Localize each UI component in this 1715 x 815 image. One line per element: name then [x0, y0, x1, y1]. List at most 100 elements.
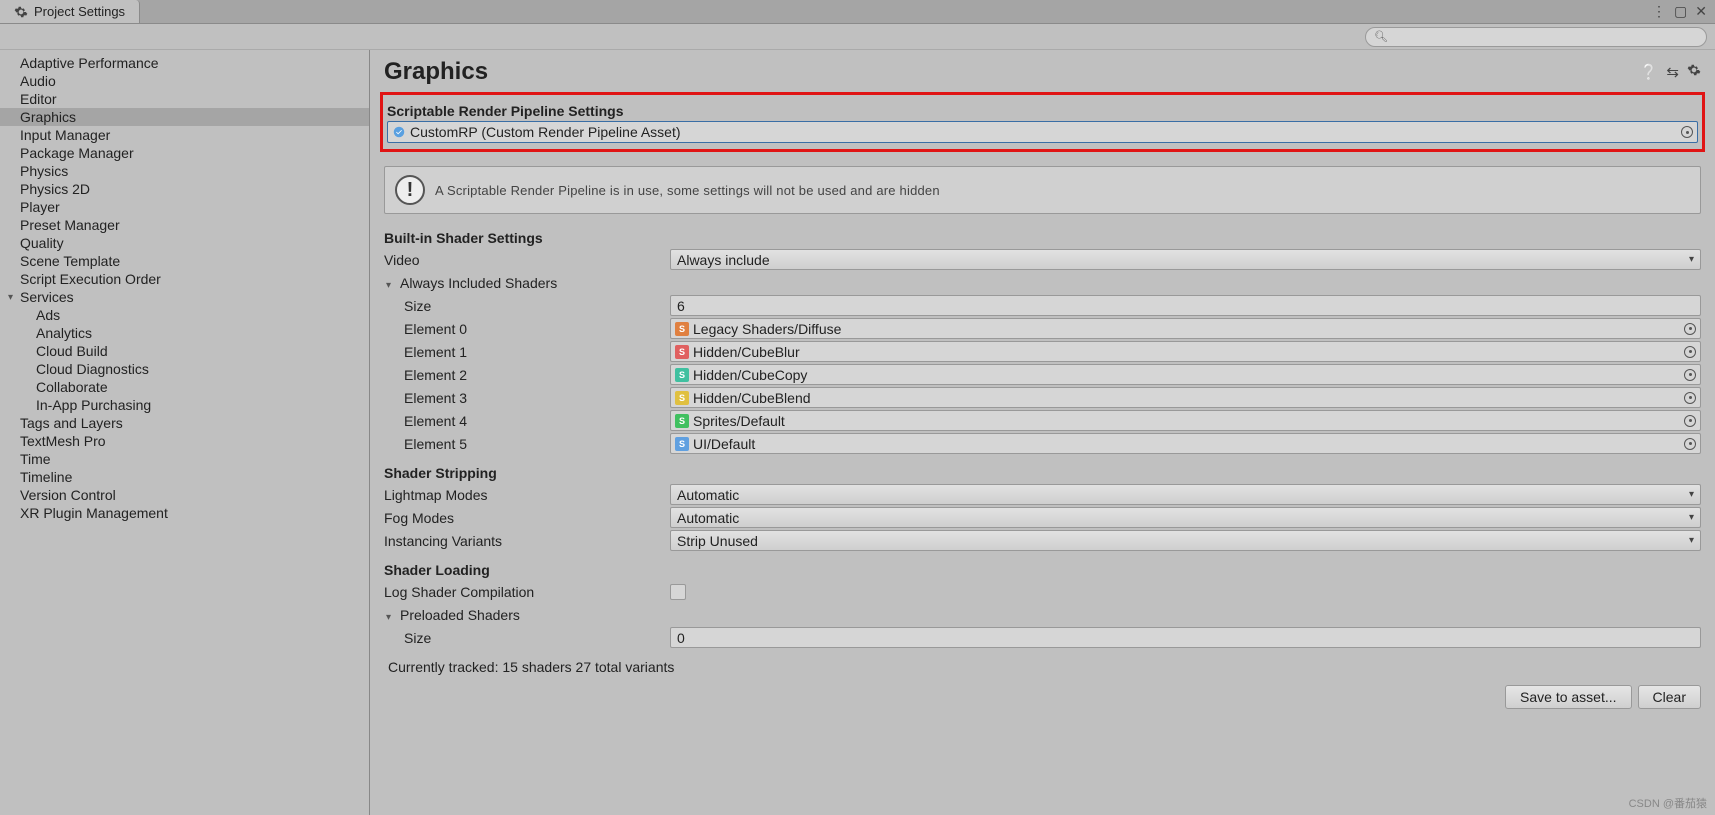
- sidebar-item-cloud-build[interactable]: Cloud Build: [0, 342, 369, 360]
- sidebar: Adaptive PerformanceAudioEditorGraphicsI…: [0, 50, 370, 815]
- search-row: 🔍︎: [0, 24, 1715, 50]
- sidebar-item-physics-2d[interactable]: Physics 2D: [0, 180, 369, 198]
- sidebar-item-tags-and-layers[interactable]: Tags and Layers: [0, 414, 369, 432]
- shader-field-5[interactable]: S UI/Default: [670, 433, 1701, 454]
- tab-label: Project Settings: [34, 4, 125, 19]
- sidebar-item-xr-plugin-management[interactable]: XR Plugin Management: [0, 504, 369, 522]
- shader-field-0[interactable]: S Legacy Shaders/Diffuse: [670, 318, 1701, 339]
- shader-name: Sprites/Default: [693, 413, 785, 429]
- srp-asset-field[interactable]: CustomRP (Custom Render Pipeline Asset): [387, 121, 1698, 143]
- tracked-text: Currently tracked: 15 shaders 27 total v…: [388, 659, 1701, 675]
- shader-badge-icon: S: [675, 391, 689, 405]
- sidebar-item-input-manager[interactable]: Input Manager: [0, 126, 369, 144]
- gear-icon: [14, 5, 28, 19]
- sidebar-item-analytics[interactable]: Analytics: [0, 324, 369, 342]
- help-icon[interactable]: ❔: [1640, 63, 1659, 81]
- sidebar-item-adaptive-performance[interactable]: Adaptive Performance: [0, 54, 369, 72]
- object-picker-icon[interactable]: [1684, 438, 1696, 450]
- shader-field-1[interactable]: S Hidden/CubeBlur: [670, 341, 1701, 362]
- fog-label: Fog Modes: [384, 510, 670, 526]
- fog-dropdown[interactable]: Automatic: [670, 507, 1701, 528]
- object-picker-icon[interactable]: [1684, 415, 1696, 427]
- sidebar-item-services[interactable]: Services: [0, 288, 369, 306]
- shader-name: Hidden/CubeBlend: [693, 390, 811, 406]
- shader-name: Hidden/CubeBlur: [693, 344, 800, 360]
- sidebar-item-in-app-purchasing[interactable]: In-App Purchasing: [0, 396, 369, 414]
- collapse-icon[interactable]: ⇆: [1666, 63, 1679, 81]
- lightmap-dropdown[interactable]: Automatic: [670, 484, 1701, 505]
- object-picker-icon[interactable]: [1684, 346, 1696, 358]
- shader-field-2[interactable]: S Hidden/CubeCopy: [670, 364, 1701, 385]
- sidebar-item-graphics[interactable]: Graphics: [0, 108, 369, 126]
- shader-name: UI/Default: [693, 436, 755, 452]
- sidebar-item-version-control[interactable]: Version Control: [0, 486, 369, 504]
- shader-name: Hidden/CubeCopy: [693, 367, 807, 383]
- object-picker-icon[interactable]: [1684, 369, 1696, 381]
- video-dropdown[interactable]: Always include: [670, 249, 1701, 270]
- element-label: Element 1: [384, 344, 670, 360]
- video-label: Video: [384, 252, 670, 268]
- sidebar-item-textmesh-pro[interactable]: TextMesh Pro: [0, 432, 369, 450]
- object-picker-icon[interactable]: [1681, 126, 1693, 138]
- inst-label: Instancing Variants: [384, 533, 670, 549]
- page-title: Graphics: [384, 58, 488, 86]
- element-label: Element 4: [384, 413, 670, 429]
- sidebar-item-ads[interactable]: Ads: [0, 306, 369, 324]
- lightmap-label: Lightmap Modes: [384, 487, 670, 503]
- search-input[interactable]: [1392, 30, 1698, 44]
- info-text: A Scriptable Render Pipeline is in use, …: [435, 183, 940, 198]
- sidebar-item-collaborate[interactable]: Collaborate: [0, 378, 369, 396]
- stripping-section-title: Shader Stripping: [384, 465, 1701, 481]
- srp-asset-name: CustomRP (Custom Render Pipeline Asset): [410, 124, 681, 140]
- shader-badge-icon: S: [675, 368, 689, 382]
- inst-dropdown[interactable]: Strip Unused: [670, 530, 1701, 551]
- sidebar-item-cloud-diagnostics[interactable]: Cloud Diagnostics: [0, 360, 369, 378]
- close-icon[interactable]: ✕: [1695, 3, 1707, 20]
- shader-field-4[interactable]: S Sprites/Default: [670, 410, 1701, 431]
- sidebar-item-editor[interactable]: Editor: [0, 90, 369, 108]
- sidebar-item-timeline[interactable]: Timeline: [0, 468, 369, 486]
- preloaded-label[interactable]: Preloaded Shaders: [384, 607, 670, 623]
- shader-badge-icon: S: [675, 345, 689, 359]
- size-input[interactable]: 6: [670, 295, 1701, 316]
- sidebar-item-scene-template[interactable]: Scene Template: [0, 252, 369, 270]
- log-checkbox[interactable]: [670, 584, 686, 600]
- size-label: Size: [384, 298, 670, 314]
- kebab-icon[interactable]: ⋮: [1652, 3, 1666, 20]
- main-panel: Graphics ❔ ⇆ Scriptable Render Pipeline …: [370, 50, 1715, 815]
- log-label: Log Shader Compilation: [384, 584, 670, 600]
- element-label: Element 0: [384, 321, 670, 337]
- always-included-label[interactable]: Always Included Shaders: [384, 275, 670, 291]
- asset-icon: [392, 125, 406, 139]
- sidebar-item-time[interactable]: Time: [0, 450, 369, 468]
- sidebar-item-player[interactable]: Player: [0, 198, 369, 216]
- sidebar-item-script-execution-order[interactable]: Script Execution Order: [0, 270, 369, 288]
- object-picker-icon[interactable]: [1684, 323, 1696, 335]
- shader-name: Legacy Shaders/Diffuse: [693, 321, 841, 337]
- shader-badge-icon: S: [675, 414, 689, 428]
- element-label: Element 2: [384, 367, 670, 383]
- settings-icon[interactable]: [1687, 63, 1701, 81]
- srp-highlight: Scriptable Render Pipeline Settings Cust…: [380, 92, 1705, 152]
- preloaded-size-input[interactable]: 0: [670, 627, 1701, 648]
- shader-field-3[interactable]: S Hidden/CubeBlend: [670, 387, 1701, 408]
- clear-button[interactable]: Clear: [1638, 685, 1701, 709]
- title-bar: Project Settings ⋮ ▢ ✕: [0, 0, 1715, 24]
- save-to-asset-button[interactable]: Save to asset...: [1505, 685, 1632, 709]
- loading-section-title: Shader Loading: [384, 562, 1701, 578]
- srp-section-title: Scriptable Render Pipeline Settings: [383, 103, 1702, 119]
- sidebar-item-audio[interactable]: Audio: [0, 72, 369, 90]
- window-controls: ⋮ ▢ ✕: [1652, 0, 1715, 23]
- maximize-icon[interactable]: ▢: [1674, 3, 1687, 20]
- search-box[interactable]: 🔍︎: [1365, 27, 1707, 47]
- shader-badge-icon: S: [675, 437, 689, 451]
- sidebar-item-preset-manager[interactable]: Preset Manager: [0, 216, 369, 234]
- tab-project-settings[interactable]: Project Settings: [0, 0, 140, 23]
- object-picker-icon[interactable]: [1684, 392, 1696, 404]
- sidebar-item-quality[interactable]: Quality: [0, 234, 369, 252]
- shader-badge-icon: S: [675, 322, 689, 336]
- element-label: Element 5: [384, 436, 670, 452]
- sidebar-item-physics[interactable]: Physics: [0, 162, 369, 180]
- search-icon: 🔍︎: [1374, 30, 1388, 43]
- sidebar-item-package-manager[interactable]: Package Manager: [0, 144, 369, 162]
